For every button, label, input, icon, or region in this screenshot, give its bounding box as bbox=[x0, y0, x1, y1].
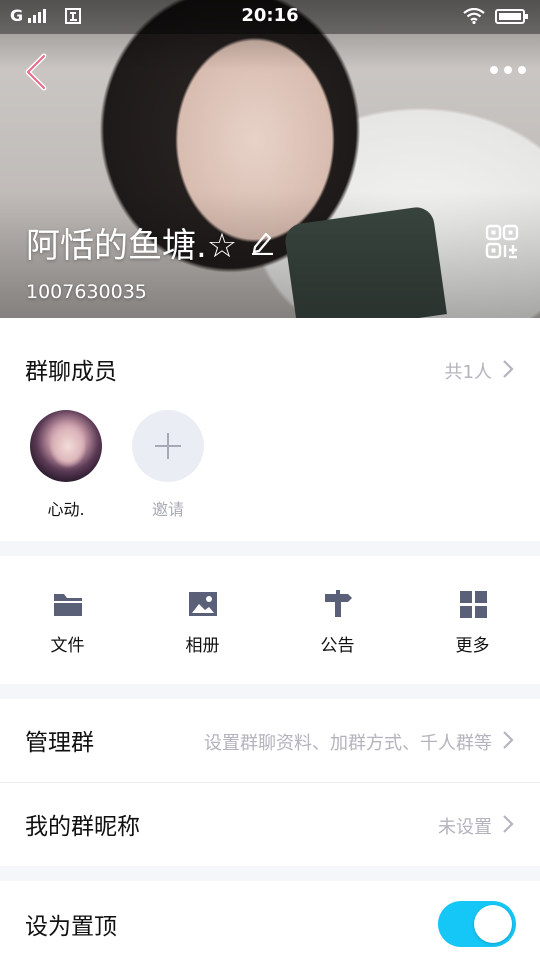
wifi-icon bbox=[463, 8, 485, 24]
photo-icon bbox=[189, 592, 217, 616]
tool-label: 更多 bbox=[455, 636, 490, 656]
manage-group-row[interactable]: 管理群 设置群聊资料、加群方式、千人群等 bbox=[0, 699, 540, 782]
pin-top-toggle[interactable] bbox=[438, 901, 516, 947]
qr-code-icon[interactable] bbox=[485, 224, 519, 260]
invite-label: 邀请 bbox=[151, 500, 184, 519]
group-nickname-title: 我的群昵称 bbox=[25, 814, 140, 840]
more-options-button[interactable] bbox=[490, 62, 528, 78]
folder-icon bbox=[54, 594, 82, 616]
chevron-right-icon bbox=[503, 731, 514, 749]
tool-label: 公告 bbox=[320, 636, 355, 656]
group-name: 阿恬的鱼塘.☆ bbox=[26, 226, 238, 266]
manage-group-hint: 设置群聊资料、加群方式、千人群等 bbox=[204, 733, 492, 754]
group-id: 1007630035 bbox=[26, 281, 147, 303]
chevron-right-icon[interactable] bbox=[502, 359, 514, 379]
signpost-icon bbox=[325, 590, 352, 617]
tool-album[interactable]: 相册 bbox=[135, 556, 270, 684]
group-nickname-value: 未设置 bbox=[438, 817, 492, 838]
tool-announcement[interactable]: 公告 bbox=[270, 556, 405, 684]
edit-name-icon[interactable] bbox=[250, 229, 274, 255]
member-avatar[interactable] bbox=[30, 410, 102, 482]
toggle-knob bbox=[474, 905, 512, 943]
battery-icon bbox=[495, 9, 528, 24]
group-nickname-row[interactable]: 我的群昵称 未设置 bbox=[0, 783, 540, 866]
tool-label: 相册 bbox=[185, 636, 220, 656]
tool-label: 文件 bbox=[50, 636, 85, 656]
clock: 20:16 bbox=[241, 5, 299, 26]
group-cover: G 20:16 阿恬的鱼塘.☆ 1007630035 bbox=[0, 0, 540, 318]
invite-button[interactable] bbox=[132, 410, 204, 482]
tool-files[interactable]: 文件 bbox=[0, 556, 135, 684]
status-bar: G 20:16 bbox=[0, 0, 540, 34]
back-button[interactable] bbox=[22, 52, 52, 92]
pin-top-title: 设为置顶 bbox=[25, 914, 117, 940]
grid-icon bbox=[460, 591, 487, 618]
cover-shade bbox=[0, 0, 540, 318]
tool-more[interactable]: 更多 bbox=[405, 556, 540, 684]
members-title: 群聊成员 bbox=[25, 359, 117, 385]
members-count[interactable]: 共1人 bbox=[445, 358, 492, 384]
members-section: 群聊成员 共1人 心动. 邀请 bbox=[0, 318, 540, 541]
chevron-right-icon bbox=[503, 815, 514, 833]
manage-group-title: 管理群 bbox=[25, 730, 94, 756]
member-name: 心动. bbox=[47, 500, 85, 519]
tools-section: 文件 相册 公告 更多 bbox=[0, 556, 540, 684]
pin-top-row: 设为置顶 bbox=[0, 881, 540, 960]
